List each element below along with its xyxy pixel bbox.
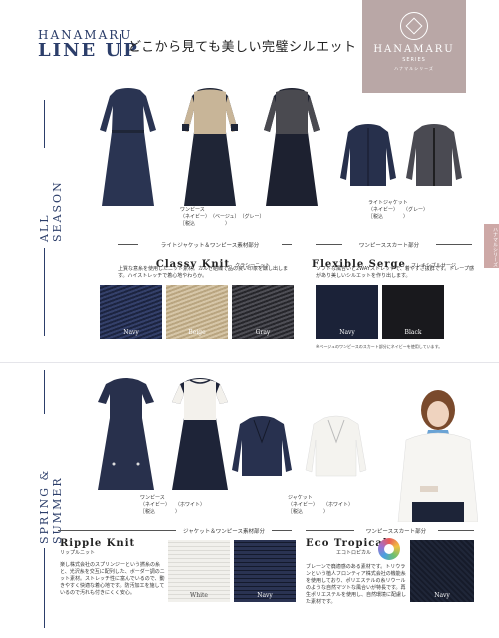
swatch-black-serge: Black [382, 285, 444, 339]
swatch-label: Navy [257, 592, 273, 599]
fabric-description: 楽し株式会社のスプリンジーという撚糸の糸と、光沢糸を交互に配列した、ボーダー調の… [60, 562, 165, 596]
spring-summer-jackets [232, 415, 367, 477]
rule-right [282, 244, 292, 245]
caption-line: （ネイビー） （ホワイト） [140, 502, 206, 508]
caption-line: ［税込 ） [140, 509, 181, 515]
season-label-all: ALL SEASON [38, 180, 64, 242]
eco-color-wheel-center [384, 544, 394, 554]
logo-sub: SERIES [402, 57, 426, 63]
swatch-navy-serge: Navy [316, 285, 378, 339]
section-heading: ライトジャケット＆ワンピース素材部分 [160, 243, 260, 249]
rule-left [316, 244, 342, 245]
spring-summer-onepieces [98, 378, 228, 490]
caption-line: （ネイビー） （グレー） [368, 207, 429, 213]
all-season-jackets [340, 124, 462, 186]
caption-line: ライトジャケット [368, 200, 408, 206]
section-heading: ワンピーススカート部分 [365, 529, 427, 535]
rule-right [438, 530, 474, 531]
fabric-title-sub: リップルニット [60, 550, 96, 556]
swatch-label: Navy [339, 329, 355, 336]
swatch-gray-knit: Gray [232, 285, 294, 339]
all-season-onepieces [100, 88, 320, 206]
dress-navy-ss [98, 378, 154, 490]
rule-right [272, 530, 292, 531]
caption-line: ［税込 ） [180, 221, 231, 227]
swatch-label: Beige [188, 329, 206, 336]
swatch-beige-knit: Beige [166, 285, 228, 339]
dress-white-ss [172, 378, 228, 490]
caption-line: （ネイビー） （ベージュ） （グレー） [180, 214, 265, 220]
onepiece-caption-ss: ワンピース （ネイビー） （ホワイト） ［税込 ） [140, 495, 240, 516]
swatch-white-ripple: White [168, 540, 230, 602]
side-index-tab[interactable]: ハナマルシリーズ [484, 224, 499, 268]
swatch-navy-tropical: Navy [410, 540, 474, 602]
season-line-bottom [44, 248, 45, 336]
rule-left [58, 530, 176, 531]
season-line-top [44, 100, 45, 148]
swatch-label: Gray [255, 329, 271, 336]
logo-name: HANAMARU [373, 44, 455, 55]
dress-gray [264, 88, 320, 206]
jacket-caption-all: ライトジャケット （ネイビー） （グレー） ［税込 ） [368, 200, 468, 221]
fabric-title-block: Ripple Knit リップルニット [60, 538, 170, 556]
dress-navy [100, 88, 156, 206]
caption-line: ワンピース [140, 495, 165, 501]
swatch-label: White [190, 592, 208, 599]
rule-left [118, 244, 138, 245]
caption-line: ［税込 ） [288, 509, 329, 515]
swatch-navy-knit: Navy [100, 285, 162, 339]
fabric-description: 上質な意糸を使用したニット素材。カルゼ組織で品の良い印象を醸し出します。ハイスト… [118, 266, 289, 279]
rule-left [306, 530, 354, 531]
season-line-bottom [44, 548, 45, 628]
caption-line: ［税込 ） [368, 214, 409, 220]
season-label-spring-summer: SPRING & SUMMER [38, 468, 64, 544]
jacket-white-ss [305, 415, 367, 477]
jacket-gray [406, 124, 462, 186]
fabric-title: Ripple Knit [60, 538, 136, 549]
flower-emblem-icon [400, 12, 428, 40]
model-photo [392, 382, 478, 522]
section-heading: ジャケット＆ワンピース素材部分 [183, 529, 265, 535]
page-tagline: どこから見ても美しい完璧シルエット [128, 40, 357, 55]
caption-line: ワンピース [180, 207, 205, 213]
logo-small: ハナマルシリーズ [394, 66, 434, 71]
rule-right [436, 244, 472, 245]
fabric-note: ※ベージュのワンピースのスカート部分にネイビーを使用しています。 [316, 344, 443, 349]
hanamaru-logo: HANAMARU SERIES ハナマルシリーズ [362, 0, 466, 93]
swatch-label: Navy [123, 329, 139, 336]
section-heading: ワンピーススカート部分 [358, 243, 420, 249]
jacket-caption-ss: ジャケット （ネイビー） （ホワイト） ［税込 ） [288, 495, 388, 516]
swatch-navy-ripple: Navy [234, 540, 296, 602]
onepiece-caption-all: ワンピース （ネイビー） （ベージュ） （グレー） ［税込 ） [180, 207, 290, 228]
caption-line: ジャケット [288, 495, 313, 501]
caption-line: （ネイビー） （ホワイト） [288, 502, 354, 508]
section-separator [0, 362, 499, 363]
brand-line2: LINE UP [38, 40, 139, 61]
jacket-navy-ss [232, 416, 292, 476]
header-divider [120, 34, 121, 56]
jacket-navy [340, 124, 396, 186]
dress-beige [182, 88, 238, 206]
fabric-description: ソフトな風合いと2WAYストレッチで、着やすさ抜群です。ドレープ感があり美しいシ… [316, 266, 474, 279]
swatch-label: Navy [434, 592, 450, 599]
fabric-description: ブレーンで廃適感のある素材です。トリウランという植人フロンティア株式会社の機能糸… [306, 564, 407, 605]
season-line-top [44, 370, 45, 414]
swatch-label: Black [404, 329, 422, 336]
